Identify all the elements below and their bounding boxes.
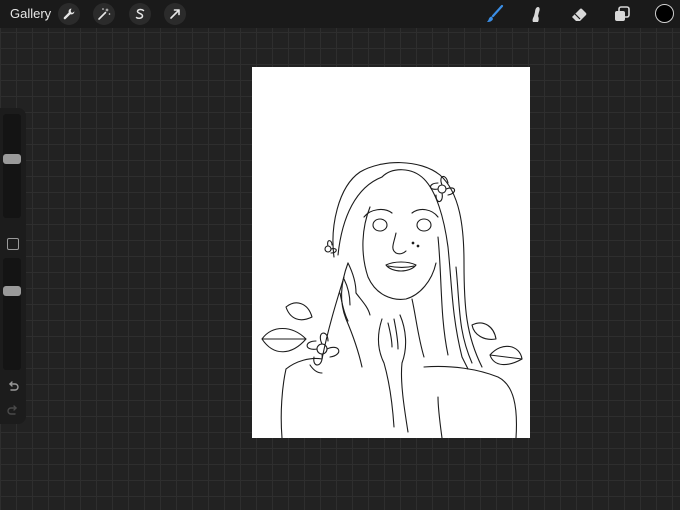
paint-tool-button[interactable] (483, 2, 507, 26)
redo-icon[interactable] (6, 404, 20, 418)
undo-icon[interactable] (6, 380, 20, 394)
drawing-canvas[interactable] (252, 67, 530, 439)
layers-button[interactable] (610, 2, 634, 26)
left-sidebar (0, 108, 26, 424)
modify-square-icon[interactable] (7, 238, 19, 250)
brush-size-slider[interactable] (3, 114, 21, 218)
top-toolbar: Gallery (0, 0, 680, 28)
wrench-icon (63, 8, 75, 20)
adjustments-button[interactable] (93, 3, 115, 25)
layers-icon (615, 6, 630, 21)
brush-opacity-slider[interactable] (3, 258, 21, 370)
eraser-tool-button[interactable] (567, 2, 591, 26)
line-art-sketch (261, 162, 523, 439)
magic-wand-icon (98, 8, 111, 20)
actions-button[interactable] (58, 3, 80, 25)
eraser-icon (572, 8, 587, 21)
color-picker-button[interactable] (655, 4, 674, 23)
smudge-tool-button[interactable] (524, 2, 548, 26)
selection-button[interactable] (129, 3, 151, 25)
smudge-icon (532, 7, 540, 22)
brush-icon (487, 4, 504, 22)
brush-size-slider-thumb[interactable] (3, 154, 21, 165)
brush-opacity-slider-thumb[interactable] (3, 285, 21, 296)
gallery-button[interactable]: Gallery (10, 6, 51, 21)
selection-icon (135, 8, 145, 20)
transform-button[interactable] (164, 3, 186, 25)
transform-arrow-icon (170, 9, 180, 19)
